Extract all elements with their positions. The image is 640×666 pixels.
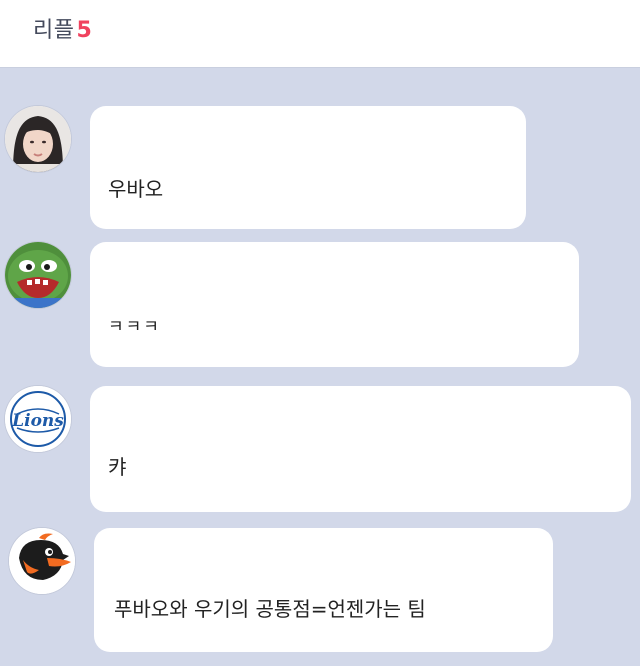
pepe-frog-icon — [5, 242, 71, 308]
reply-bubble[interactable]: 캬 — [90, 386, 631, 512]
reply-header: 리플5 — [0, 0, 640, 68]
girl-photo-icon — [5, 106, 71, 172]
lions-logo-icon: Lions — [5, 386, 71, 452]
reply-bubble[interactable]: ㅋㅋㅋ — [90, 242, 579, 367]
lions-logo-text: Lions — [11, 411, 64, 431]
reply-text: ㅋㅋㅋ — [108, 317, 161, 337]
reply-bubble[interactable]: 우바오 — [90, 106, 526, 229]
girl-photo-avatar[interactable] — [5, 106, 71, 172]
orioles-bird-icon — [9, 528, 75, 594]
orioles-bird-avatar[interactable] — [9, 528, 75, 594]
lions-logo-avatar[interactable]: Lions — [5, 386, 71, 452]
reply-text: 우바오 — [108, 177, 164, 201]
reply-title: 리플5 — [33, 16, 92, 46]
pepe-frog-avatar[interactable] — [5, 242, 71, 308]
reply-text: 캬 — [108, 455, 127, 479]
reply-text: 푸바오와 우기의 공통점=언젠가는 팀 — [114, 597, 426, 621]
reply-count: 5 — [76, 18, 93, 43]
reply-bubble[interactable]: 푸바오와 우기의 공통점=언젠가는 팀 — [94, 528, 553, 652]
reply-title-label: 리플 — [33, 18, 75, 43]
